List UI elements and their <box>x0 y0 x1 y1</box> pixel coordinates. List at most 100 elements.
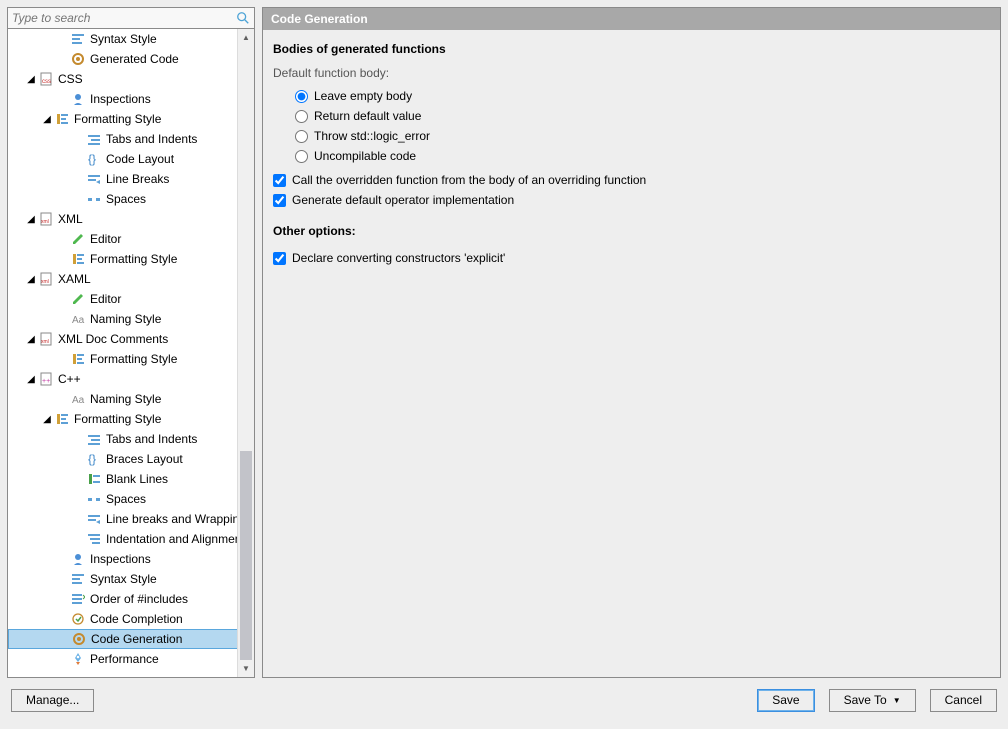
checkbox-input[interactable] <box>273 174 286 187</box>
tree-label: Generated Code <box>90 52 179 66</box>
tree-label: Code Generation <box>91 632 182 646</box>
linebreak-icon <box>86 511 102 527</box>
tree-item-formatting-style[interactable]: ◢ Formatting Style <box>8 109 254 129</box>
scroll-up-icon[interactable]: ▲ <box>238 29 254 46</box>
radio-input[interactable] <box>295 90 308 103</box>
expander-icon[interactable]: ◢ <box>24 372 38 386</box>
formatting-icon <box>70 351 86 367</box>
manage-button[interactable]: Manage... <box>11 689 94 712</box>
tree-item-code-generation[interactable]: Code Generation <box>8 629 254 649</box>
tree-item-editor[interactable]: Editor <box>8 229 254 249</box>
expander-icon[interactable]: ◢ <box>24 332 38 346</box>
tree-label: C++ <box>58 372 81 386</box>
tree-label: Formatting Style <box>74 112 161 126</box>
tree-item-syntax-style[interactable]: Syntax Style <box>8 29 254 49</box>
formatting-icon <box>54 411 70 427</box>
tree-label: XML Doc Comments <box>58 332 168 346</box>
tree-label: Spaces <box>106 492 146 506</box>
tree-item-naming-style-cpp[interactable]: AaNaming Style <box>8 389 254 409</box>
tree-label: Code Completion <box>90 612 183 626</box>
tree-item-inspections[interactable]: Inspections <box>8 89 254 109</box>
tree-item-tabs-indents-cpp[interactable]: Tabs and Indents <box>8 429 254 449</box>
expander-icon[interactable]: ◢ <box>24 212 38 226</box>
checkbox-explicit-constructors[interactable]: Declare converting constructors 'explici… <box>273 248 990 268</box>
tree-item-indentation-alignment[interactable]: Indentation and Alignment <box>8 529 254 549</box>
tree-scrollbar[interactable]: ▲ ▼ <box>237 29 254 677</box>
tree-label: XML <box>58 212 83 226</box>
svg-text:xml: xml <box>41 219 49 225</box>
tree-item-xml[interactable]: ◢xml XML <box>8 209 254 229</box>
save-button[interactable]: Save <box>757 689 814 712</box>
checkbox-input[interactable] <box>273 194 286 207</box>
tree-item-line-breaks[interactable]: Line Breaks <box>8 169 254 189</box>
checkbox-input[interactable] <box>273 252 286 265</box>
tree-item-spaces[interactable]: Spaces <box>8 189 254 209</box>
panel-title: Code Generation <box>263 8 1000 30</box>
checkbox-generate-operator[interactable]: Generate default operator implementation <box>273 190 990 210</box>
tree-item-line-breaks-wrapping[interactable]: Line breaks and Wrapping <box>8 509 254 529</box>
radio-input[interactable] <box>295 110 308 123</box>
search-icon[interactable] <box>236 11 250 25</box>
search-input[interactable] <box>12 11 236 25</box>
tree-item-css[interactable]: ◢cssCSS <box>8 69 254 89</box>
tree-label: Syntax Style <box>90 32 157 46</box>
tree-label: Editor <box>90 292 121 306</box>
tree-item-spaces-cpp[interactable]: Spaces <box>8 489 254 509</box>
tree-item-braces-layout[interactable]: {}Braces Layout <box>8 449 254 469</box>
tree-item-performance[interactable]: Performance <box>8 649 254 669</box>
tree-item-formatting-style-cpp[interactable]: ◢Formatting Style <box>8 409 254 429</box>
rocket-icon <box>70 651 86 667</box>
tree-item-formatting-style-xmldoc[interactable]: Formatting Style <box>8 349 254 369</box>
tree-item-cpp[interactable]: ◢++C++ <box>8 369 254 389</box>
tree-label: Tabs and Indents <box>106 432 197 446</box>
button-label: Save <box>772 693 799 707</box>
expander-icon[interactable]: ◢ <box>40 412 54 426</box>
expander-icon[interactable]: ◢ <box>24 272 38 286</box>
checkbox-label: Declare converting constructors 'explici… <box>292 251 505 265</box>
expander-icon[interactable]: ◢ <box>24 72 38 86</box>
syntax-icon <box>70 571 86 587</box>
cancel-button[interactable]: Cancel <box>930 689 997 712</box>
tree-label: Performance <box>90 652 159 666</box>
tabs-icon <box>86 131 102 147</box>
tree-label: Inspections <box>90 92 151 106</box>
tree-label: Formatting Style <box>90 352 177 366</box>
button-label: Manage... <box>26 693 79 707</box>
tree-label: Tabs and Indents <box>106 132 197 146</box>
svg-text:xml: xml <box>41 339 49 345</box>
settings-tree[interactable]: Syntax Style Generated Code ◢cssCSS Insp… <box>8 29 254 677</box>
formatting-icon <box>70 251 86 267</box>
scroll-down-icon[interactable]: ▼ <box>238 660 254 677</box>
scroll-thumb[interactable] <box>240 451 252 660</box>
save-to-button[interactable]: Save To▼ <box>829 689 916 712</box>
tree-item-code-layout[interactable]: {}Code Layout <box>8 149 254 169</box>
braces-icon: {} <box>86 451 102 467</box>
xml-file-icon: xml <box>38 211 54 227</box>
radio-input[interactable] <box>295 130 308 143</box>
tree-label: Naming Style <box>90 392 161 406</box>
tree-item-naming-style-xaml[interactable]: AaNaming Style <box>8 309 254 329</box>
tree-item-syntax-style-cpp[interactable]: Syntax Style <box>8 569 254 589</box>
default-body-label: Default function body: <box>273 66 990 80</box>
tree-item-code-completion[interactable]: Code Completion <box>8 609 254 629</box>
tree-item-tabs-indents[interactable]: Tabs and Indents <box>8 129 254 149</box>
tree-item-blank-lines[interactable]: Blank Lines <box>8 469 254 489</box>
tree-item-editor-xaml[interactable]: Editor <box>8 289 254 309</box>
chevron-down-icon: ▼ <box>893 696 901 705</box>
tree-item-xaml[interactable]: ◢xmlXAML <box>8 269 254 289</box>
tree-item-order-includes[interactable]: Order of #includes <box>8 589 254 609</box>
tree-item-formatting-style-xml[interactable]: Formatting Style <box>8 249 254 269</box>
radio-input[interactable] <box>295 150 308 163</box>
checkbox-call-overridden[interactable]: Call the overridden function from the bo… <box>273 170 990 190</box>
tree-item-inspections-cpp[interactable]: Inspections <box>8 549 254 569</box>
radio-return-default[interactable]: Return default value <box>295 106 990 126</box>
search-box[interactable] <box>7 7 255 29</box>
expander-icon[interactable]: ◢ <box>40 112 54 126</box>
alignment-icon <box>86 531 102 547</box>
tree-item-generated-code[interactable]: Generated Code <box>8 49 254 69</box>
tree-label: Indentation and Alignment <box>106 532 245 546</box>
radio-uncompilable[interactable]: Uncompilable code <box>295 146 990 166</box>
radio-leave-empty[interactable]: Leave empty body <box>295 86 990 106</box>
tree-item-xml-doc[interactable]: ◢xml XML Doc Comments <box>8 329 254 349</box>
radio-throw-logic-error[interactable]: Throw std::logic_error <box>295 126 990 146</box>
